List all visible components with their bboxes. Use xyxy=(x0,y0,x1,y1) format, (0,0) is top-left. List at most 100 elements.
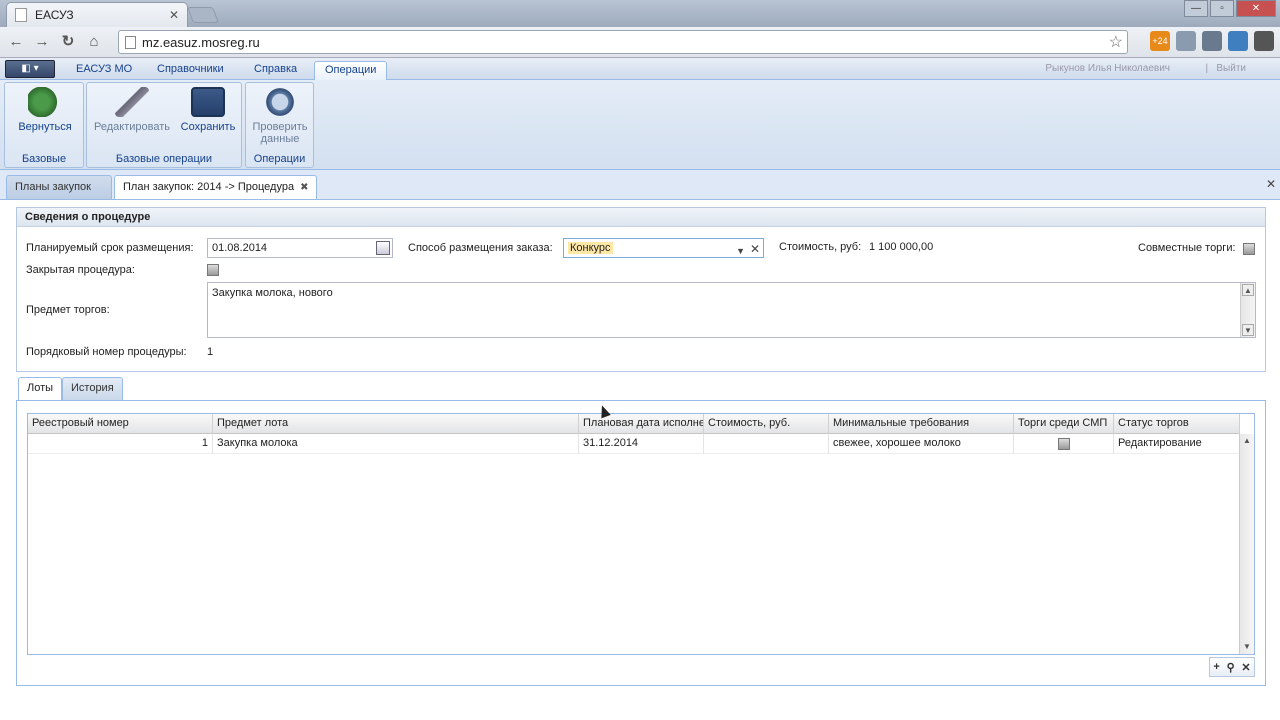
ribbon-group-operations: Проверить данные Операции xyxy=(245,82,314,168)
column-header[interactable]: Реестровый номер xyxy=(28,414,213,434)
cell-reg-number: 1 xyxy=(28,434,213,454)
joint-trades-label: Совместные торги: xyxy=(1138,242,1236,254)
browser-tabstrip: ЕАСУЗ ✕ — ▫ ✕ xyxy=(0,0,1280,27)
forward-arrow-icon[interactable]: → xyxy=(32,32,52,52)
closed-procedure-checkbox[interactable] xyxy=(207,264,219,276)
menu-tab-help[interactable]: Справка xyxy=(244,61,307,80)
menu-tab-easuz[interactable]: ЕАСУЗ МО xyxy=(66,61,142,80)
calendar-icon[interactable] xyxy=(376,241,390,255)
subject-value: Закупка молока, нового xyxy=(212,287,333,299)
cell-smp xyxy=(1014,434,1114,454)
notification-extension-icon[interactable]: +24 xyxy=(1150,31,1170,51)
image-extension-icon[interactable] xyxy=(1176,31,1196,51)
planned-date-value: 01.08.2014 xyxy=(212,242,268,254)
globe-extension-icon[interactable] xyxy=(1228,31,1248,51)
extension-icons: +24 xyxy=(1150,31,1274,51)
scroll-down-icon[interactable]: ▼ xyxy=(1241,641,1253,653)
url-text[interactable]: mz.easuz.mosreg.ru xyxy=(142,35,1109,50)
check-globe-icon xyxy=(263,87,297,117)
ribbon-group-label: Базовые операции xyxy=(115,153,213,165)
bookmark-star-icon[interactable]: ☆ xyxy=(1109,32,1123,52)
scroll-up-icon[interactable]: ▲ xyxy=(1241,435,1253,447)
grid-scrollbar[interactable]: ▲ ▼ xyxy=(1239,434,1254,654)
window-controls: — ▫ ✕ xyxy=(1184,0,1276,17)
menu-separator: | xyxy=(1205,63,1209,74)
column-header[interactable]: Плановая дата исполнения xyxy=(579,414,704,434)
cost-value: 1 100 000,00 xyxy=(869,241,934,253)
column-header[interactable]: Статус торгов xyxy=(1114,414,1240,434)
tab-history[interactable]: История xyxy=(62,377,123,400)
exit-link[interactable]: | Выйти xyxy=(1205,63,1246,74)
close-tab-icon[interactable]: ✕ xyxy=(169,8,179,22)
close-all-tabs-icon[interactable]: ✕ xyxy=(1266,177,1276,191)
tab-label: План закупок: 2014 -> Процедура xyxy=(123,181,295,193)
procedure-info-section: Сведения о процедуре Планируемый срок ра… xyxy=(16,207,1266,372)
ribbon-group-basic-operations: Редактировать Сохранить Базовые операции xyxy=(86,82,242,168)
ribbon-group-basic: Вернуться Базовые xyxy=(4,82,84,168)
cell-subject: Закупка молока xyxy=(213,434,579,454)
close-tab-icon[interactable]: ✖ xyxy=(300,182,308,193)
back-arrow-icon[interactable]: ← xyxy=(6,32,26,52)
check-data-button-label: Проверить данные xyxy=(252,121,308,145)
cell-requirements: свежее, хорошее молоко xyxy=(829,434,1014,454)
scroll-up-icon[interactable]: ▲ xyxy=(1242,284,1254,296)
reload-icon[interactable]: ↻ xyxy=(58,32,78,52)
lots-grid: Реестровый номер Предмет лота Плановая д… xyxy=(27,413,1255,655)
joint-trades-checkbox[interactable] xyxy=(1243,243,1255,255)
ribbon-group-label: Операции xyxy=(253,153,306,165)
procedure-number-label: Порядковый номер процедуры: xyxy=(26,346,187,358)
column-header[interactable]: Торги среди СМП xyxy=(1014,414,1114,434)
cell-cost xyxy=(704,434,829,454)
column-header[interactable]: Предмет лота xyxy=(213,414,579,434)
edit-button[interactable]: Редактировать xyxy=(89,87,175,133)
add-icon[interactable]: + xyxy=(1213,661,1219,673)
scroll-down-icon[interactable]: ▼ xyxy=(1242,324,1254,336)
menu-tab-references[interactable]: Справочники xyxy=(147,61,234,80)
back-arrow-icon xyxy=(28,87,62,117)
page-icon xyxy=(15,8,27,22)
window-close-icon[interactable]: ✕ xyxy=(1236,0,1276,17)
minimize-icon[interactable]: — xyxy=(1184,0,1208,17)
search-icon[interactable]: ⚲ xyxy=(1227,661,1235,674)
pencil-icon xyxy=(115,87,149,117)
scrollbar[interactable]: ▲ ▼ xyxy=(1240,283,1255,337)
new-tab-button[interactable] xyxy=(187,7,219,23)
order-method-combo[interactable]: Конкурс ▼ ✕ xyxy=(563,238,764,258)
menu-tab-operations[interactable]: Операции xyxy=(314,61,388,80)
return-button[interactable]: Вернуться xyxy=(11,87,79,133)
address-bar[interactable]: mz.easuz.mosreg.ru ☆ xyxy=(118,30,1128,54)
delete-icon[interactable]: ✕ xyxy=(1241,661,1250,674)
ribbon: Вернуться Базовые Редактировать Сохранит… xyxy=(0,80,1280,170)
subject-textarea[interactable]: Закупка молока, нового ▲ ▼ xyxy=(207,282,1256,338)
tab-lots[interactable]: Лоты xyxy=(18,377,63,400)
tab-procurement-plans[interactable]: Планы закупок xyxy=(6,175,112,199)
save-button[interactable]: Сохранить xyxy=(177,87,239,133)
smp-checkbox[interactable] xyxy=(1058,438,1070,450)
table-row[interactable]: 1 Закупка молока 31.12.2014 свежее, хоро… xyxy=(28,434,1240,454)
order-method-label: Способ размещения заказа: xyxy=(408,242,553,254)
app-menu-button[interactable]: ◧ ▾ xyxy=(5,60,55,78)
home-icon[interactable]: ⌂ xyxy=(84,32,104,52)
chevron-down-icon[interactable]: ▼ xyxy=(736,242,745,260)
browser-toolbar: ← → ↻ ⌂ mz.easuz.mosreg.ru ☆ +24 xyxy=(0,27,1280,58)
check-data-button[interactable]: Проверить данные xyxy=(248,87,312,145)
return-button-label: Вернуться xyxy=(18,121,72,133)
exit-link-label[interactable]: Выйти xyxy=(1216,63,1246,74)
floppy-disk-icon xyxy=(191,87,225,117)
cell-date: 31.12.2014 xyxy=(579,434,704,454)
current-user: Рыкунов Илья Николаевич xyxy=(1045,63,1170,74)
grid-tools: + ⚲ ✕ xyxy=(1209,657,1255,677)
column-header[interactable]: Минимальные требования xyxy=(829,414,1014,434)
clear-icon[interactable]: ✕ xyxy=(750,240,760,258)
tab-plan-procedure[interactable]: План закупок: 2014 -> Процедура ✖ xyxy=(114,175,318,199)
wrench-extension-icon[interactable] xyxy=(1202,31,1222,51)
column-header[interactable]: Стоимость, руб. xyxy=(704,414,829,434)
subject-label: Предмет торгов: xyxy=(26,304,110,316)
planned-date-field[interactable]: 01.08.2014 xyxy=(207,238,393,258)
app-menu-bar: ◧ ▾ ЕАСУЗ МО Справочники Справка Операци… xyxy=(0,58,1280,80)
lots-panel: Реестровый номер Предмет лота Плановая д… xyxy=(16,400,1266,686)
main-content: Сведения о процедуре Планируемый срок ра… xyxy=(0,200,1280,720)
browser-tab[interactable]: ЕАСУЗ ✕ xyxy=(6,2,188,27)
menu-wrench-icon[interactable] xyxy=(1254,31,1274,51)
maximize-icon[interactable]: ▫ xyxy=(1210,0,1234,17)
